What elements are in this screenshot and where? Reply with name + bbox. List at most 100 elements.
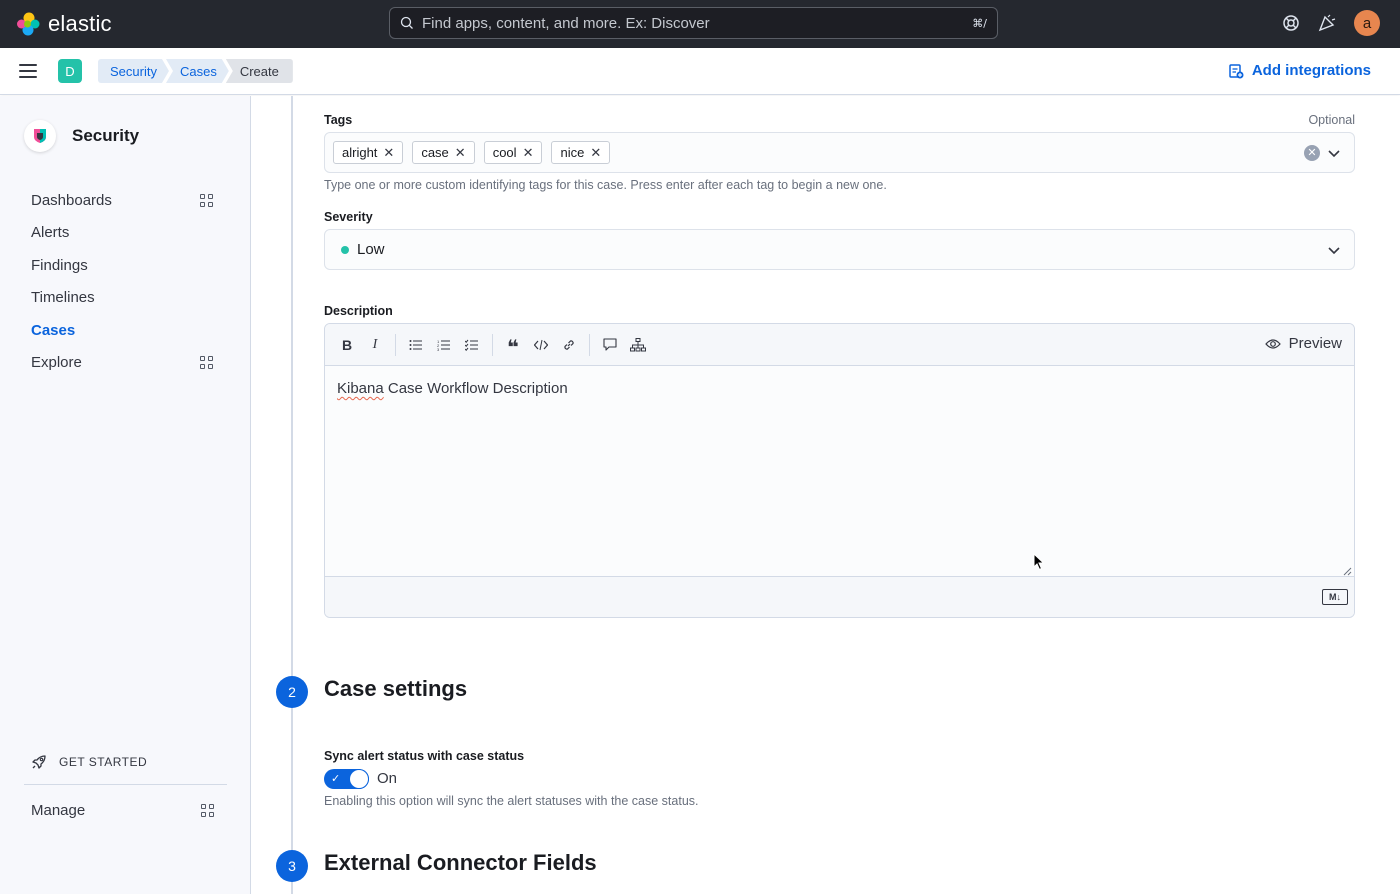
sidebar-item-label: Timelines (31, 289, 95, 307)
steps-line (291, 96, 293, 894)
quote-icon[interactable]: ❝ (499, 331, 527, 359)
resize-handle-icon[interactable] (1342, 566, 1352, 576)
security-app-logo-icon (24, 120, 56, 152)
check-icon: ✓ (331, 773, 341, 785)
code-icon[interactable] (527, 331, 555, 359)
sidebar-item-label: Manage (31, 801, 86, 819)
visualization-icon[interactable] (624, 331, 652, 359)
svg-text:3: 3 (437, 347, 440, 351)
menu-toggle-icon[interactable] (19, 64, 37, 78)
comment-icon[interactable] (596, 331, 624, 359)
security-sidebar: Security Dashboards Alerts Findings Time… (0, 96, 251, 894)
toolbar-divider (492, 333, 493, 356)
severity-label: Severity (324, 210, 373, 224)
tag-chip: case ✕ (412, 141, 475, 164)
create-case-form: Tags Optional alright ✕ case ✕ cool ✕ nice ✕… (251, 96, 1400, 894)
sidebar-item-dashboards[interactable]: Dashboards (0, 184, 250, 217)
remove-tag-icon[interactable]: ✕ (455, 145, 466, 161)
sidebar-item-explore[interactable]: Explore (0, 347, 250, 380)
add-integrations-link[interactable]: Add integrations (1228, 62, 1371, 79)
tags-combobox[interactable]: alright ✕ case ✕ cool ✕ nice ✕ ✕ (324, 132, 1355, 173)
global-search[interactable]: Find apps, content, and more. Ex: Discov… (389, 7, 998, 39)
rocket-icon (32, 755, 46, 769)
editor-toolbar: B I 123 ❝ (325, 324, 1354, 366)
preview-button[interactable]: Preview (1264, 335, 1342, 352)
link-icon[interactable] (555, 331, 583, 359)
breadcrumb-bar: D Security Cases Create Add integrations (0, 48, 1400, 95)
chevron-down-icon[interactable] (1326, 242, 1342, 258)
top-header: elastic Find apps, content, and more. Ex… (0, 0, 1400, 48)
elastic-logo-link[interactable]: elastic (16, 11, 112, 37)
italic-icon[interactable]: I (361, 331, 389, 359)
bullet-list-icon[interactable] (402, 331, 430, 359)
breadcrumb-cases[interactable]: Cases (166, 59, 229, 83)
severity-dot (341, 246, 349, 254)
bold-icon[interactable]: B (333, 331, 361, 359)
step-number-3: 3 (276, 850, 308, 882)
get-started-label: GET STARTED (59, 755, 148, 769)
sidebar-divider (24, 784, 227, 785)
sidebar-item-label: Cases (31, 321, 76, 339)
sidebar-item-label: Dashboards (31, 191, 112, 209)
description-textarea[interactable]: Kibana Case Workflow Description (337, 380, 568, 397)
sidebar-item-label: Alerts (31, 224, 70, 242)
severity-select[interactable]: Low (324, 229, 1355, 270)
tags-help-text: Type one or more custom identifying tags… (324, 178, 887, 192)
sidebar-title: Security (72, 126, 140, 145)
sync-alert-toggle[interactable]: ✓ (324, 769, 369, 789)
tag-label: nice (560, 145, 585, 160)
chevron-down-icon[interactable] (1326, 145, 1342, 161)
tag-chip: nice ✕ (551, 141, 611, 164)
help-icon[interactable] (1282, 14, 1300, 32)
search-input[interactable]: Find apps, content, and more. Ex: Discov… (422, 15, 972, 32)
grid-icon[interactable] (201, 803, 214, 817)
numbered-list-icon[interactable]: 123 (430, 331, 458, 359)
sidebar-item-findings[interactable]: Findings (0, 249, 250, 282)
remove-tag-icon[interactable]: ✕ (590, 145, 601, 161)
sidebar-item-label: Findings (31, 256, 88, 274)
misspelled-word: Kibana (337, 380, 384, 397)
add-integrations-label: Add integrations (1251, 62, 1371, 79)
sidebar-item-cases[interactable]: Cases (0, 314, 250, 347)
news-feed-icon[interactable] (1318, 14, 1336, 32)
remove-tag-icon[interactable]: ✕ (523, 145, 534, 161)
tag-chip: cool ✕ (483, 141, 543, 164)
description-label: Description (324, 304, 393, 318)
brand-name: elastic (48, 11, 112, 36)
sidebar-item-manage[interactable]: Manage (0, 794, 251, 827)
severity-value: Low (357, 241, 385, 258)
markdown-icon[interactable]: M↓ (1322, 589, 1348, 605)
space-selector[interactable]: D (58, 59, 82, 83)
tag-label: cool (492, 145, 517, 160)
breadcrumb-security[interactable]: Security (98, 59, 169, 83)
sidebar-item-alerts[interactable]: Alerts (0, 217, 250, 250)
tag-chip: alright ✕ (333, 141, 404, 164)
toolbar-divider (395, 333, 396, 356)
breadcrumb-create: Create (225, 59, 293, 83)
editor-footer: M↓ (325, 576, 1354, 617)
user-avatar[interactable]: a (1354, 10, 1380, 36)
search-shortcut: ⌘/ (972, 16, 987, 30)
grid-icon[interactable] (200, 356, 213, 370)
elastic-logo-icon (17, 12, 40, 36)
task-list-icon[interactable] (458, 331, 486, 359)
external-connector-title: External Connector Fields (324, 850, 597, 875)
get-started-link[interactable]: GET STARTED (31, 754, 147, 770)
toolbar-divider (589, 333, 590, 356)
breadcrumb: Security Cases Create (98, 59, 293, 83)
remove-tag-icon[interactable]: ✕ (383, 145, 394, 161)
toggle-knob (350, 770, 368, 788)
description-text: Case Workflow Description (383, 380, 568, 397)
sync-help-text: Enabling this option will sync the alert… (324, 794, 699, 808)
tags-optional-label: Optional (1308, 113, 1355, 127)
step-number-2: 2 (276, 676, 308, 708)
clear-icon[interactable]: ✕ (1304, 145, 1320, 161)
grid-icon[interactable] (200, 193, 213, 207)
sync-alert-label: Sync alert status with case status (324, 749, 525, 763)
tag-label: alright (342, 145, 378, 160)
sync-toggle-state: On (377, 770, 398, 787)
sidebar-item-timelines[interactable]: Timelines (0, 282, 250, 315)
markdown-editor: B I 123 ❝ Preview Kibana Case Workflow D… (324, 323, 1355, 618)
case-settings-title: Case settings (324, 676, 468, 701)
tags-label: Tags (324, 113, 353, 127)
